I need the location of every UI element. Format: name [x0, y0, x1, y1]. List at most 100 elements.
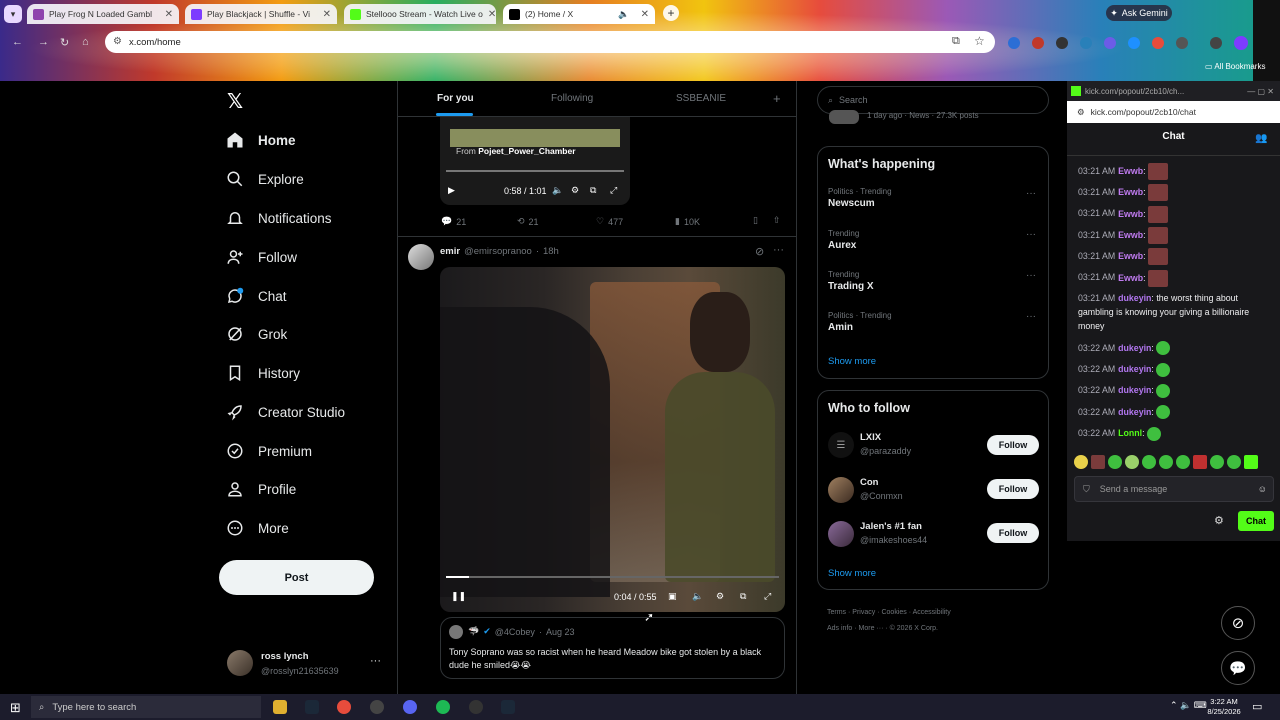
fullscreen-icon[interactable]: ⤢ — [610, 185, 617, 196]
chat-username[interactable]: dukeyin — [1118, 364, 1151, 374]
windows-start-icon[interactable]: ⊞ — [10, 700, 21, 716]
messages-float-icon[interactable]: 💬 — [1221, 651, 1255, 685]
trend-item[interactable]: Politics · Trending Newscum — [828, 187, 892, 209]
pause-icon[interactable]: ❚❚ — [451, 591, 466, 602]
avatar[interactable] — [828, 477, 854, 503]
gear-icon[interactable]: ⚙ — [1214, 514, 1224, 527]
share-icon[interactable]: ⇧ — [773, 215, 781, 226]
follow-button[interactable]: Follow — [987, 479, 1039, 499]
forward-icon[interactable]: → — [38, 36, 49, 48]
back-icon[interactable]: ← — [12, 36, 23, 48]
ask-gemini-button[interactable]: ✦ Ask Gemini — [1106, 5, 1172, 21]
grok-float-icon[interactable]: ⊘ — [1221, 606, 1255, 640]
follow-button[interactable]: Follow — [987, 435, 1039, 455]
follow-suggestion[interactable]: Con @Conmxn — [860, 477, 903, 501]
taskbar-search-input[interactable]: ⌕ Type here to search — [31, 696, 261, 718]
trend-item[interactable]: Politics · Trending Amin — [828, 311, 892, 333]
media-icon[interactable] — [1210, 37, 1222, 49]
obs-icon[interactable] — [469, 700, 483, 714]
extension-icon[interactable] — [1080, 37, 1092, 49]
footer-link[interactable]: Accessibility — [913, 609, 951, 616]
footer-link[interactable]: Ads info — [827, 625, 852, 632]
window-controls[interactable]: — ▢ ✕ — [1247, 87, 1274, 96]
sidebar-item-premium[interactable]: Premium — [226, 439, 312, 463]
volume-icon[interactable]: 🔈 — [552, 185, 563, 196]
extension-icon[interactable] — [1008, 37, 1020, 49]
cast-icon[interactable]: ⧉ — [952, 35, 960, 48]
steam-icon[interactable] — [305, 700, 319, 714]
add-tab-icon[interactable]: + — [773, 91, 781, 106]
sidebar-item-explore[interactable]: Explore — [226, 167, 304, 191]
pip-icon[interactable]: ⧉ — [590, 185, 596, 196]
close-icon[interactable]: ✕ — [165, 9, 173, 20]
show-more-link[interactable]: Show more — [828, 568, 876, 579]
browser-tab-4[interactable]: (2) Home / X 🔈 ✕ — [503, 4, 655, 24]
settings-icon[interactable]: ⚙ — [571, 185, 579, 196]
chat-username[interactable]: Ewwb — [1118, 230, 1143, 240]
more-icon[interactable]: ··· — [1026, 229, 1036, 240]
address-bar[interactable]: x.com/home — [105, 31, 995, 53]
trend-item[interactable]: Trending Trading X — [828, 270, 874, 292]
clock[interactable]: 3:22 AM 8/25/2026 — [1204, 697, 1244, 717]
browser-tab-1[interactable]: Play Frog N Loaded Gambl ✕ — [27, 4, 179, 24]
chat-username[interactable]: Ewwb — [1118, 187, 1143, 197]
footer-link[interactable]: Cookies — [881, 609, 906, 616]
tab-following[interactable]: Following — [551, 93, 593, 104]
play-icon[interactable]: ▶ — [448, 185, 455, 196]
views-button[interactable]: ▮ 10K — [675, 216, 700, 227]
post-author[interactable]: emir — [440, 246, 460, 257]
chat-username[interactable]: dukeyin — [1118, 293, 1151, 303]
app-icon[interactable] — [370, 700, 384, 714]
chat-message-input[interactable]: ⛉ Send a message ☺ — [1074, 476, 1274, 502]
site-info-icon[interactable]: ⚙ — [113, 36, 122, 47]
users-icon[interactable]: 👥 — [1255, 133, 1267, 144]
more-icon[interactable]: ··· — [1026, 188, 1036, 199]
extension-icon[interactable] — [1152, 37, 1164, 49]
chrome-icon[interactable] — [337, 700, 351, 714]
avatar[interactable] — [1234, 36, 1248, 50]
footer-link[interactable]: Terms — [827, 609, 846, 616]
avatar[interactable]: ☰ — [828, 432, 854, 458]
emote-icon[interactable] — [1227, 455, 1241, 469]
settings-icon[interactable]: ⚙ — [716, 591, 724, 602]
more-icon[interactable]: ··· — [1026, 270, 1036, 281]
emote-icon[interactable] — [1091, 455, 1105, 469]
sidebar-item-follow[interactable]: Follow — [226, 245, 297, 269]
extension-icon[interactable] — [1104, 37, 1116, 49]
x-logo-icon[interactable]: 𝕏 — [227, 89, 243, 114]
follow-suggestion[interactable]: LXIX @parazaddy — [860, 432, 911, 456]
sidebar-item-notifications[interactable]: Notifications — [226, 206, 332, 230]
captions-icon[interactable]: ▣ — [668, 591, 677, 602]
chat-username[interactable]: dukeyin — [1118, 385, 1151, 395]
tray-icons[interactable]: ⌃ 🔈 ⌨ — [1170, 700, 1207, 711]
show-more-link[interactable]: Show more — [828, 356, 876, 367]
extension-icon[interactable] — [1056, 37, 1068, 49]
send-chat-button[interactable]: Chat — [1238, 511, 1274, 531]
footer-link[interactable]: More ··· — [859, 625, 884, 632]
steam-icon[interactable] — [501, 700, 515, 714]
chat-username[interactable]: Ewwb — [1118, 208, 1143, 218]
post-handle[interactable]: @emirsopranoo — [464, 246, 532, 257]
tab-for-you[interactable]: For you — [437, 93, 474, 104]
grok-icon[interactable]: ⊘ — [755, 245, 764, 258]
more-icon[interactable]: ··· — [1026, 311, 1036, 322]
fullscreen-icon[interactable]: ⤢ — [764, 591, 771, 602]
emote-icon[interactable] — [1176, 455, 1190, 469]
sidebar-item-history[interactable]: History — [226, 361, 300, 385]
emote-icon[interactable] — [1244, 455, 1258, 469]
sidebar-item-profile[interactable]: Profile — [226, 477, 296, 501]
trend-item[interactable]: Trending Aurex — [828, 229, 859, 251]
reload-icon[interactable]: ↻ — [60, 36, 69, 49]
sidebar-item-creator-studio[interactable]: Creator Studio — [226, 400, 345, 424]
chat-username[interactable]: Lonnl — [1118, 428, 1142, 438]
tab-search-icon[interactable]: ▾ — [4, 5, 22, 23]
sidebar-item-chat[interactable]: Chat — [226, 284, 287, 308]
speaker-icon[interactable]: 🔈 — [618, 9, 629, 20]
emote-icon[interactable] — [1210, 455, 1224, 469]
footer-link[interactable]: Privacy — [852, 609, 875, 616]
discord-icon[interactable] — [403, 700, 417, 714]
repost-button[interactable]: ⟲ 21 — [517, 216, 539, 227]
chat-username[interactable]: Ewwb — [1118, 272, 1143, 282]
extension-icon[interactable] — [1128, 37, 1140, 49]
follow-suggestion[interactable]: Jalen's #1 fan @imakeshoes44 — [860, 521, 927, 545]
